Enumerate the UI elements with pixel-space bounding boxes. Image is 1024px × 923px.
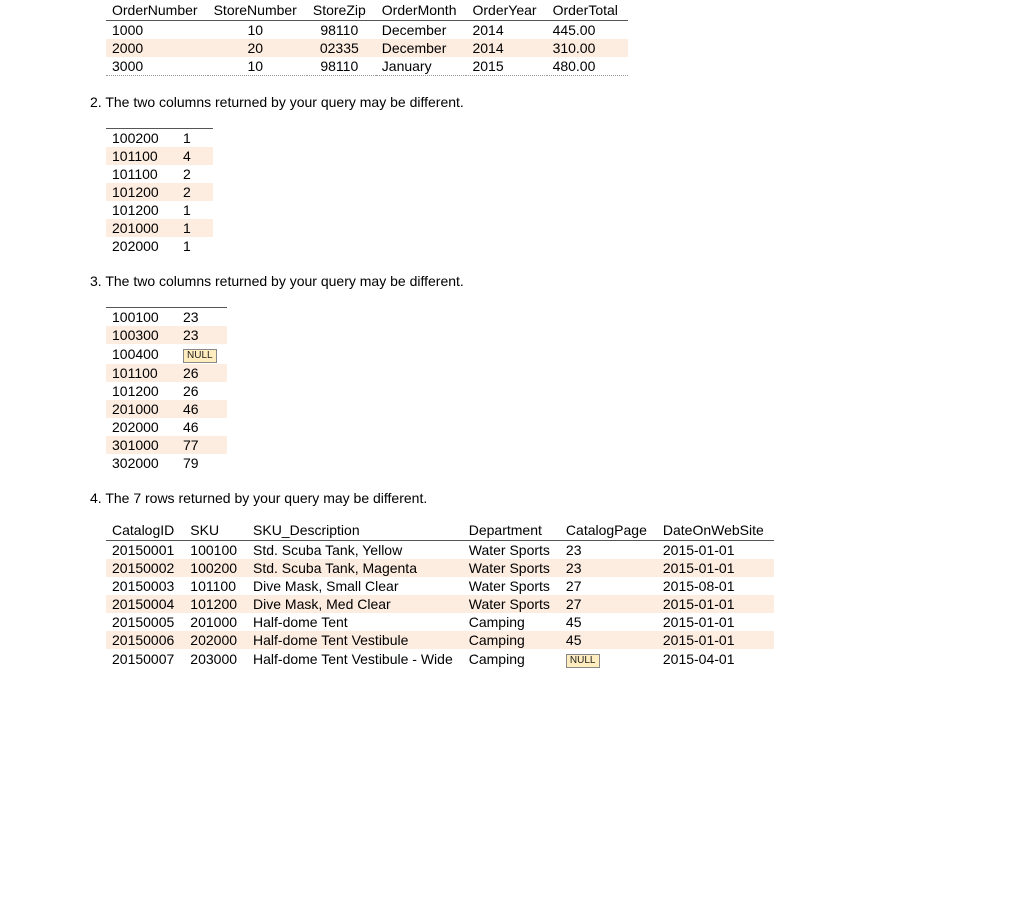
null-pill: NULL [183, 349, 217, 363]
table-row: 20200046 [106, 418, 227, 436]
orders-table: OrderNumberStoreNumberStoreZipOrderMonth… [106, 0, 628, 76]
table-row: 20150001100100Std. Scuba Tank, YellowWat… [106, 541, 774, 560]
null-pill: NULL [566, 654, 600, 668]
table-row: 30100077 [106, 436, 227, 454]
column-header: DateOnWebSite [657, 520, 774, 541]
column-header: OrderMonth [376, 0, 467, 21]
column-header: SKU [184, 520, 247, 541]
column-header: OrderYear [466, 0, 546, 21]
table-row: 1012002 [106, 183, 213, 201]
table-row: 30001098110January2015480.00 [106, 57, 628, 76]
table-row: 20150002100200Std. Scuba Tank, MagentaWa… [106, 559, 774, 577]
table-row: 20150004101200Dive Mask, Med ClearWater … [106, 595, 774, 613]
column-header: CatalogID [106, 520, 184, 541]
table-row: 100400NULL [106, 344, 227, 364]
column-header: OrderTotal [547, 0, 628, 21]
table-row: 10030023 [106, 326, 227, 344]
table-row: 20100046 [106, 400, 227, 418]
table-row: 1002001 [106, 129, 213, 148]
table-row: 10110026 [106, 364, 227, 382]
table-row: 10120026 [106, 382, 227, 400]
table-row: 20150005201000Half-dome TentCamping45201… [106, 613, 774, 631]
column-header: CatalogPage [560, 520, 657, 541]
table-row: 1011002 [106, 165, 213, 183]
column-header: StoreNumber [208, 0, 307, 21]
table-row: 30200079 [106, 454, 227, 472]
result-table-3: 1001002310030023100400NULL10110026101200… [106, 303, 227, 472]
table-row: 10001098110December2014445.00 [106, 21, 628, 40]
table-row: 20150007203000Half-dome Tent Vestibule -… [106, 649, 774, 669]
caption-4: 4. The 7 rows returned by your query may… [90, 490, 920, 506]
column-header: SKU_Description [247, 520, 463, 541]
caption-2: 2. The two columns returned by your quer… [90, 94, 920, 110]
result-table-2: 1002001101100410110021012002101200120100… [106, 124, 213, 255]
catalog-table: CatalogIDSKUSKU_DescriptionDepartmentCat… [106, 520, 774, 669]
table-row: 10010023 [106, 308, 227, 327]
column-header: Department [463, 520, 560, 541]
table-row: 1012001 [106, 201, 213, 219]
table-row: 2020001 [106, 237, 213, 255]
table-row: 20002002335December2014310.00 [106, 39, 628, 57]
caption-3: 3. The two columns returned by your quer… [90, 273, 920, 289]
table-row: 20150006202000Half-dome Tent VestibuleCa… [106, 631, 774, 649]
table-row: 1011004 [106, 147, 213, 165]
table-row: 20150003101100Dive Mask, Small ClearWate… [106, 577, 774, 595]
column-header: OrderNumber [106, 0, 208, 21]
table-row: 2010001 [106, 219, 213, 237]
column-header: StoreZip [307, 0, 376, 21]
